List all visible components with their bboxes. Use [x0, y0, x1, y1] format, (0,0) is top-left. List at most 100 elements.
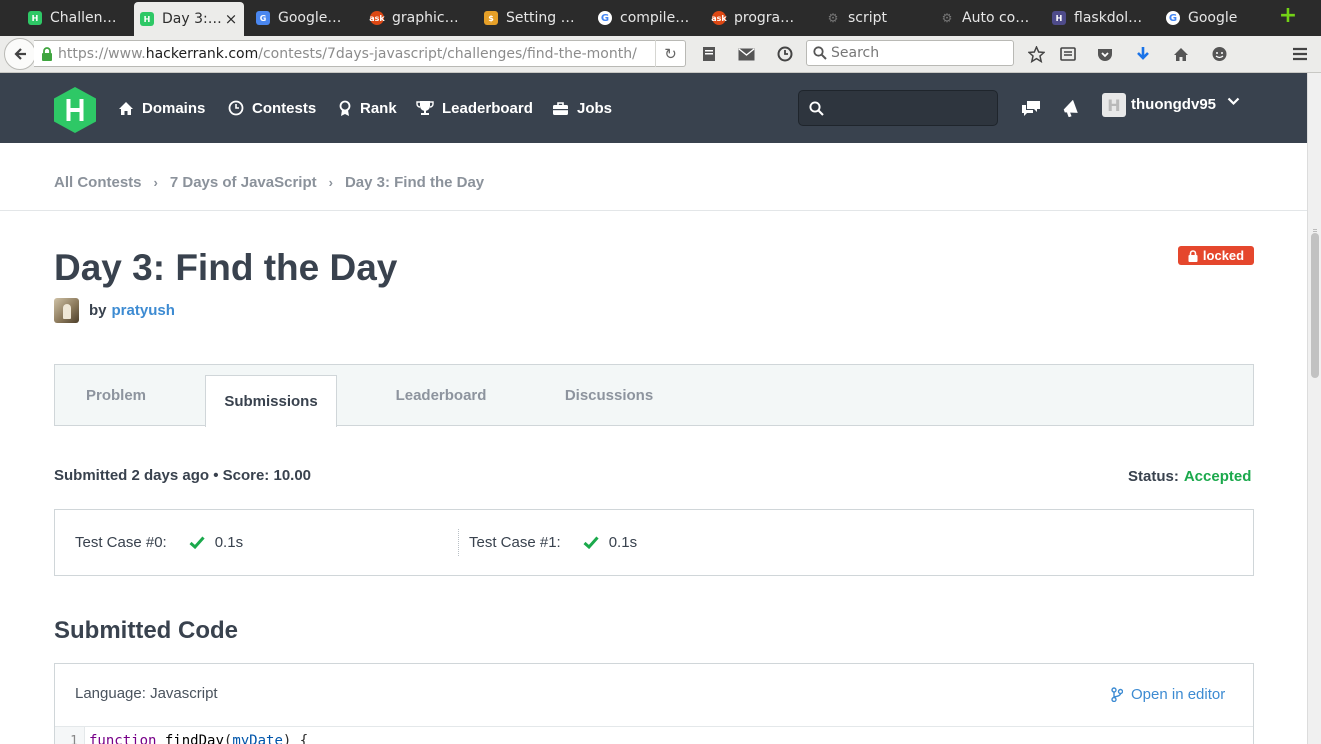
status-label: Status:: [1128, 468, 1179, 485]
tab-leaderboard-label: Leaderboard: [395, 387, 487, 404]
author-link[interactable]: pratyush: [112, 302, 175, 319]
briefcase-icon: [553, 101, 568, 115]
url-text[interactable]: https://www.hackerrank.com/contests/7day…: [58, 46, 655, 62]
breadcrumb-current: Day 3: Find the Day: [344, 174, 485, 191]
test-case-time: 0.1s: [608, 534, 638, 551]
tab-problem-label: Problem: [85, 387, 146, 404]
scroll-mark: [1313, 229, 1317, 230]
chat-emoji-icon[interactable]: [1209, 44, 1229, 64]
browser-tab[interactable]: H Challeng…: [22, 3, 124, 33]
chevron-down-icon[interactable]: [1227, 97, 1240, 106]
test-case[interactable]: Test Case #0: 0.1s: [75, 510, 243, 575]
code-branch-icon: [1111, 687, 1123, 702]
tab-problem[interactable]: Problem: [55, 365, 177, 426]
test-case[interactable]: Test Case #1: 0.1s: [469, 510, 637, 575]
browser-tab[interactable]: ask program…: [706, 3, 812, 33]
clock-icon: [228, 100, 244, 116]
rank-icon: [339, 100, 351, 116]
tab-leaderboard[interactable]: Leaderboard: [367, 365, 515, 426]
challenge-tabs: Problem Submissions Leaderboard Discussi…: [54, 364, 1254, 427]
tab-discussions[interactable]: Discussions: [539, 365, 679, 426]
browser-tab[interactable]: G Google: [1160, 3, 1264, 33]
pocket-icon[interactable]: [1095, 44, 1115, 64]
page-scrollbar[interactable]: [1307, 73, 1321, 744]
site-search-input[interactable]: [830, 100, 990, 116]
google-favicon-icon: G: [598, 11, 612, 25]
breadcrumb-contest[interactable]: 7 Days of JavaScript: [170, 174, 317, 191]
reload-icon[interactable]: ↻: [655, 40, 685, 67]
nav-leaderboard[interactable]: Leaderboard: [416, 73, 533, 143]
breadcrumb-all-contests[interactable]: All Contests: [54, 174, 142, 191]
nav-contests[interactable]: Contests: [228, 73, 316, 143]
browser-tab-title: Setting u…: [506, 10, 576, 26]
hackerrank-logo-icon[interactable]: [54, 87, 96, 133]
browser-tab[interactable]: G Google …: [250, 3, 350, 33]
line-number: 1: [55, 727, 85, 744]
search-icon: [813, 46, 827, 60]
history-clock-icon[interactable]: [775, 44, 795, 64]
browser-tab[interactable]: G compile …: [592, 3, 696, 33]
scrollbar-thumb[interactable]: [1311, 233, 1319, 378]
browser-tab-strip: H Challeng… H Day 3:… × G Google … ask g…: [0, 0, 1321, 36]
browser-search-input[interactable]: [831, 45, 1001, 61]
open-in-editor-link[interactable]: Open in editor: [1111, 686, 1225, 703]
code-editor[interactable]: 1 function findDay(myDate) {: [55, 726, 1253, 744]
tab-discussions-label: Discussions: [564, 387, 654, 404]
browser-tab-title: script: [848, 10, 888, 26]
browser-tab-title: compile …: [620, 10, 690, 26]
nav-jobs[interactable]: Jobs: [552, 73, 612, 143]
user-avatar[interactable]: H: [1102, 93, 1126, 117]
new-tab-button[interactable]: +: [1278, 5, 1298, 27]
url-domain: hackerrank.com: [145, 45, 259, 62]
nav-leaderboard-label: Leaderboard: [442, 99, 533, 117]
browser-tab[interactable]: ask graphics…: [364, 3, 468, 33]
submission-summary: Submitted 2 days ago • Score: 10.00: [54, 467, 312, 484]
breadcrumb: All Contests › 7 Days of JavaScript › Da…: [54, 174, 484, 191]
download-icon[interactable]: [1133, 44, 1153, 64]
browser-tab-title: Day 3:…: [162, 11, 222, 27]
messages-icon[interactable]: [1020, 97, 1042, 119]
trophy-icon: [416, 101, 434, 115]
username-label[interactable]: thuongdv95: [1131, 96, 1216, 113]
bookmarks-list-icon[interactable]: [1058, 44, 1078, 64]
browser-tab-title: Challeng…: [50, 10, 118, 26]
reader-view-icon[interactable]: [699, 44, 719, 64]
browser-tab[interactable]: ⚙ script: [820, 3, 924, 33]
google-translate-favicon-icon: G: [256, 11, 270, 25]
nav-jobs-label: Jobs: [577, 99, 613, 117]
code-keyword: function: [89, 733, 157, 744]
test-case-label: Test Case #1:: [469, 534, 561, 551]
code-close-paren: ) {: [282, 733, 309, 744]
home-icon[interactable]: [1171, 44, 1191, 64]
notifications-megaphone-icon[interactable]: [1060, 97, 1082, 119]
browser-search-box[interactable]: [806, 40, 1014, 66]
hackerrank-favicon-icon: H: [28, 11, 42, 25]
browser-tab-title: Google …: [278, 10, 344, 26]
browser-tab[interactable]: $ Setting u…: [478, 3, 582, 33]
nav-contests-label: Contests: [252, 99, 317, 117]
browser-tab-title: Google: [1188, 10, 1238, 26]
browser-tab-title: Auto co…: [962, 10, 1030, 26]
url-bar[interactable]: https://www.hackerrank.com/contests/7day…: [34, 40, 686, 67]
nav-domains[interactable]: Domains: [118, 73, 205, 143]
tab-submissions[interactable]: Submissions: [205, 375, 337, 427]
close-tab-icon[interactable]: ×: [224, 10, 238, 28]
nav-rank[interactable]: Rank: [338, 73, 397, 143]
url-path: /contests/7days-javascript/challenges/fi…: [258, 45, 637, 62]
browser-tab-active[interactable]: H Day 3:… ×: [134, 2, 244, 36]
url-prefix: https://www.: [58, 45, 146, 62]
browser-tab[interactable]: H flaskdoll…: [1046, 3, 1150, 33]
hamburger-menu-icon[interactable]: [1290, 44, 1310, 64]
back-button[interactable]: [4, 38, 36, 70]
author-avatar[interactable]: [54, 298, 79, 323]
lock-icon: [1188, 249, 1198, 262]
browser-tab[interactable]: ⚙ Auto co…: [934, 3, 1038, 33]
home-icon: [119, 101, 133, 115]
mail-icon[interactable]: [736, 44, 756, 64]
test-case-time: 0.1s: [214, 534, 244, 551]
back-arrow-icon: [14, 48, 26, 60]
breadcrumb-divider: [0, 210, 1307, 211]
site-search-box[interactable]: [798, 90, 998, 126]
browser-nav-bar: https://www.hackerrank.com/contests/7day…: [0, 36, 1321, 73]
bookmark-star-icon[interactable]: [1026, 44, 1046, 64]
